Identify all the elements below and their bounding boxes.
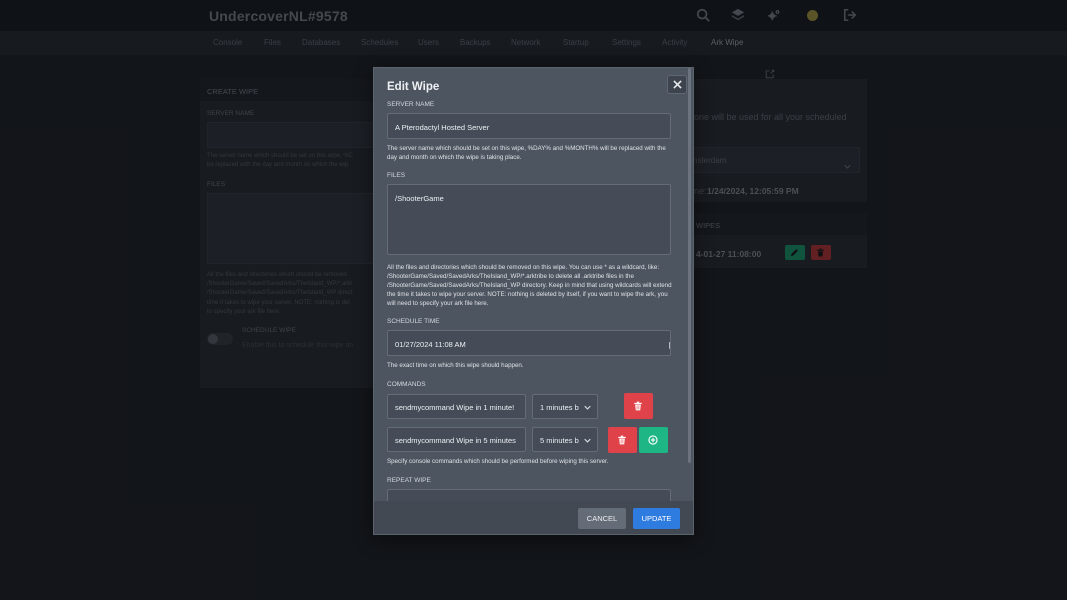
command-input-1[interactable]: sendmycommand Wipe in 1 minute! [387, 394, 526, 419]
modal-title: Edit Wipe [387, 81, 440, 93]
add-command-button[interactable] [639, 427, 668, 453]
cancel-button[interactable]: Cancel [578, 508, 626, 529]
schedule-time-help: The exact time on which this wipe should… [387, 362, 524, 369]
remove-command-button-2[interactable] [608, 427, 637, 453]
server-name-label: SERVER NAME [387, 101, 435, 108]
commands-help: Specify console commands which should be… [387, 458, 609, 465]
command-input-2[interactable]: sendmycommand Wipe in 5 minutes [387, 427, 526, 452]
modal-footer: Cancel Update [374, 501, 693, 534]
schedule-time-value: 01/27/2024 11:08 AM [395, 340, 466, 349]
trash-icon [618, 435, 626, 445]
files-help: All the files and directories which shou… [387, 264, 672, 307]
edit-wipe-modal: Edit Wipe SERVER NAME A Pterodactyl Host… [373, 67, 694, 535]
remove-command-button-1[interactable] [624, 393, 653, 419]
modal-scrollbar[interactable] [688, 68, 691, 463]
close-icon [673, 80, 682, 89]
server-name-help: The server name which should be set on t… [387, 145, 666, 161]
files-textarea[interactable]: /ShooterGame [387, 184, 671, 255]
chevron-down-icon [584, 404, 591, 411]
trash-icon [634, 401, 642, 411]
plus-circle-icon [648, 435, 658, 445]
chevron-down-icon [584, 437, 591, 444]
update-button[interactable]: Update [633, 508, 680, 529]
command-timing-select-1[interactable]: 1 minutes b [532, 394, 598, 419]
repeat-wipe-label: REPEAT WIPE [387, 477, 431, 484]
calendar-icon[interactable] [669, 341, 670, 349]
schedule-time-label: SCHEDULE TIME [387, 318, 440, 325]
modal-body: Edit Wipe SERVER NAME A Pterodactyl Host… [374, 68, 693, 501]
server-name-input[interactable]: A Pterodactyl Hosted Server [387, 113, 671, 139]
commands-label: COMMANDS [387, 381, 426, 388]
schedule-time-input[interactable]: 01/27/2024 11:08 AM [387, 330, 671, 356]
command-timing-select-2[interactable]: 5 minutes b [532, 427, 598, 452]
files-label: FILES [387, 172, 406, 179]
repeat-wipe-select[interactable] [387, 489, 671, 501]
close-button[interactable] [667, 75, 687, 94]
